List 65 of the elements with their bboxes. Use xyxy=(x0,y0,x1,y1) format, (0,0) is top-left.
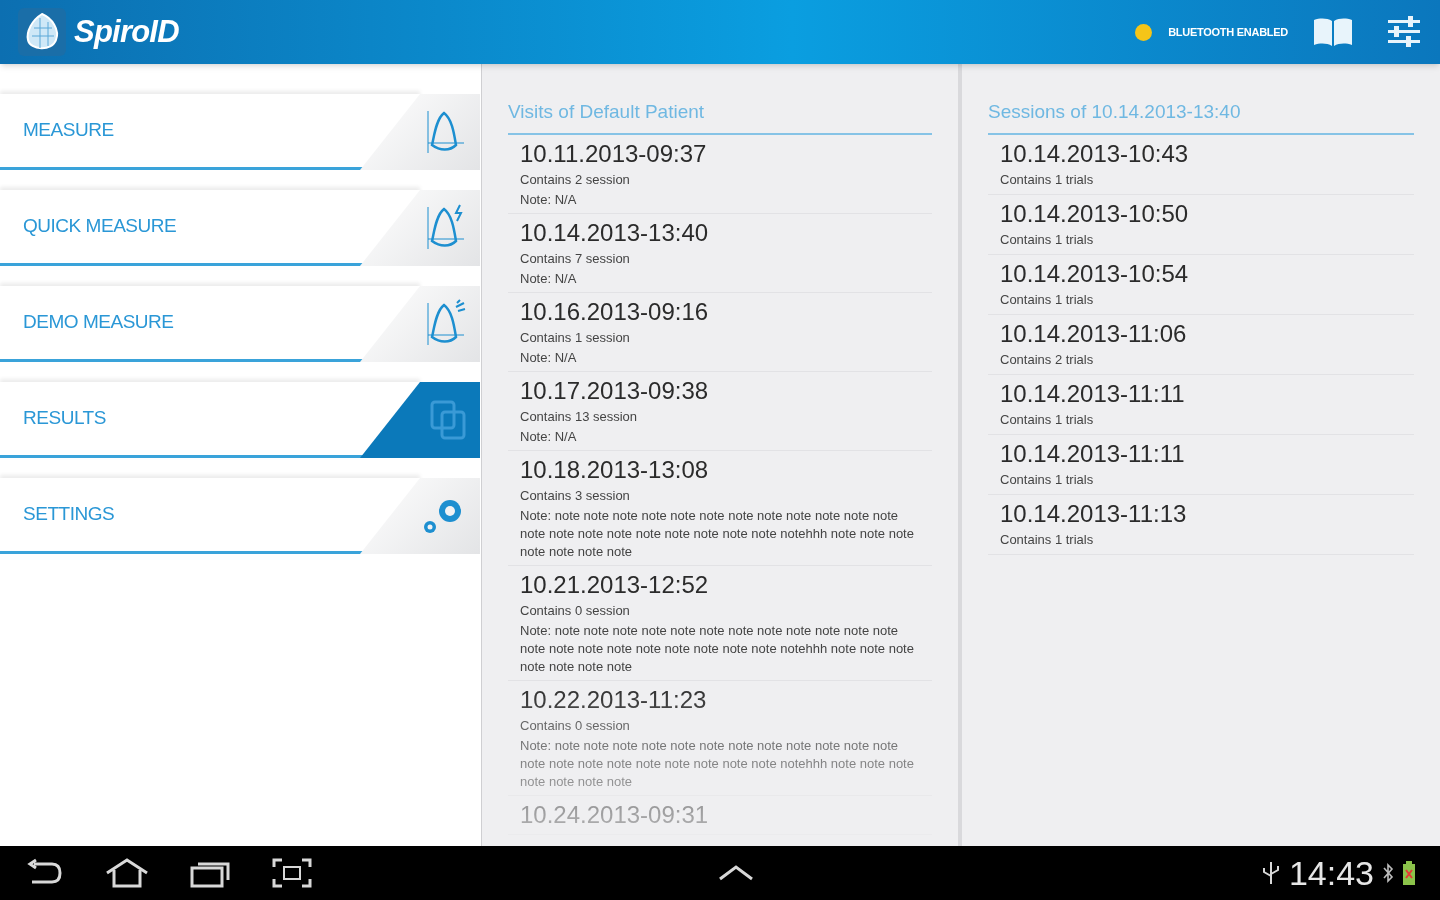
session-date: 10.14.2013-10:43 xyxy=(1000,138,1190,169)
session-summary: Contains 1 trials xyxy=(1000,170,1095,189)
visit-note: Note: N/A xyxy=(520,269,578,288)
session-row[interactable]: 10.14.2013-11:11 Contains 1 trials xyxy=(988,434,1414,495)
session-date: 10.14.2013-11:11 xyxy=(1000,438,1186,469)
panel-title: Visits of Default Patient xyxy=(508,98,932,135)
battery-icon xyxy=(1402,861,1416,885)
session-summary: Contains 1 trials xyxy=(1000,530,1095,549)
session-row[interactable]: 10.14.2013-10:54 Contains 1 trials xyxy=(988,254,1414,315)
session-row[interactable]: 10.14.2013-11:06 Contains 2 trials xyxy=(988,314,1414,375)
visit-row[interactable]: 10.14.2013-13:40 Contains 7 session Note: N/A xyxy=(508,213,932,293)
bluetooth-status: BLUETOOTH ENABLED xyxy=(1168,24,1288,40)
session-date: 10.14.2013-10:54 xyxy=(1000,258,1190,289)
session-date: 10.14.2013-11:11 xyxy=(1000,378,1186,409)
panel-title: Sessions of 10.14.2013-13:40 xyxy=(988,98,1414,135)
session-summary: Contains 1 trials xyxy=(1000,290,1095,309)
caret-up-icon[interactable] xyxy=(718,863,754,883)
visit-row[interactable]: 10.22.2013-11:23 Contains 0 session Note: note note note note note note note note note note note note note note note note note note note note note notehhh note note note note note note note xyxy=(508,680,932,796)
visit-summary: Contains 0 session xyxy=(520,601,631,620)
logo-icon xyxy=(18,8,66,56)
visit-date: 10.11.2013-09:37 xyxy=(520,138,708,169)
book-icon[interactable] xyxy=(1312,17,1354,47)
visit-note: Note: note note note note note note note note note note note note note note note note note note note note note notehhh note note note note note note note xyxy=(520,506,915,561)
visit-date: 10.21.2013-12:52 xyxy=(520,569,710,600)
visit-summary: Contains 0 session xyxy=(520,716,631,735)
visit-summary: Contains 13 session xyxy=(520,407,639,426)
visit-date: 10.16.2013-09:16 xyxy=(520,296,710,327)
session-summary: Contains 1 trials xyxy=(1000,230,1095,249)
home-icon[interactable] xyxy=(104,858,150,888)
app-name: SpiroID xyxy=(74,12,179,51)
session-summary: Contains 1 trials xyxy=(1000,410,1095,429)
screenshot-icon[interactable] xyxy=(272,858,312,888)
visit-row[interactable]: 10.16.2013-09:16 Contains 1 session Note: N/A xyxy=(508,292,932,372)
session-summary: Contains 1 trials xyxy=(1000,470,1095,489)
visit-note: Note: note note note note note note note note note note note note note note note note note note note note note notehhh note note note note note note note xyxy=(520,736,915,791)
copy-icon xyxy=(428,398,468,442)
visit-row[interactable]: 10.21.2013-12:52 Contains 0 session Note: note note note note note note note note note note note note note note note note note note note note note notehhh note note note note note note note xyxy=(508,565,932,681)
session-date: 10.14.2013-10:50 xyxy=(1000,198,1190,229)
usb-icon xyxy=(1260,860,1281,886)
visit-date: 10.22.2013-11:23 xyxy=(520,684,708,715)
visit-note: Note: note note note note note note note note note note note note note note note note note note note note note notehhh note note note note note note note xyxy=(520,621,915,676)
session-row[interactable]: 10.14.2013-11:11 Contains 1 trials xyxy=(988,374,1414,435)
session-date: 10.14.2013-11:06 xyxy=(1000,318,1188,349)
session-row[interactable]: 10.14.2013-10:50 Contains 1 trials xyxy=(988,194,1414,255)
visit-note: Note: N/A xyxy=(520,190,578,209)
session-row[interactable]: 10.14.2013-11:13 Contains 1 trials xyxy=(988,494,1414,555)
visit-row[interactable]: 10.17.2013-09:38 Contains 13 session Note: N/A xyxy=(508,371,932,451)
visit-summary: Contains 1 session xyxy=(520,328,631,347)
visit-summary: Contains 7 session xyxy=(520,249,631,268)
session-summary: Contains 2 trials xyxy=(1000,350,1095,369)
visit-date: 10.24.2013-09:31 xyxy=(520,799,710,830)
settings-icon[interactable] xyxy=(1386,15,1422,49)
bluetooth-icon xyxy=(1382,862,1394,884)
clock: 14:43 xyxy=(1288,856,1374,890)
session-row[interactable]: 10.14.2013-10:43 Contains 1 trials xyxy=(988,134,1414,195)
visit-row[interactable]: 10.18.2013-13:08 Contains 3 session Note: note note note note note note note note note note note note note note note note note note note note note notehhh note note note note note note note xyxy=(508,450,932,566)
visit-summary: Contains 2 session xyxy=(520,170,631,189)
visit-note: Note: N/A xyxy=(520,427,578,446)
visit-summary: Contains 3 session xyxy=(520,486,631,505)
visit-note: Note: N/A xyxy=(520,348,578,367)
visit-row[interactable]: 10.11.2013-09:37 Contains 2 session Note: N/A xyxy=(508,134,932,214)
visit-date: 10.14.2013-13:40 xyxy=(520,217,710,248)
session-date: 10.14.2013-11:13 xyxy=(1000,498,1188,529)
visit-date: 10.17.2013-09:38 xyxy=(520,375,710,406)
visit-date: 10.18.2013-13:08 xyxy=(520,454,710,485)
